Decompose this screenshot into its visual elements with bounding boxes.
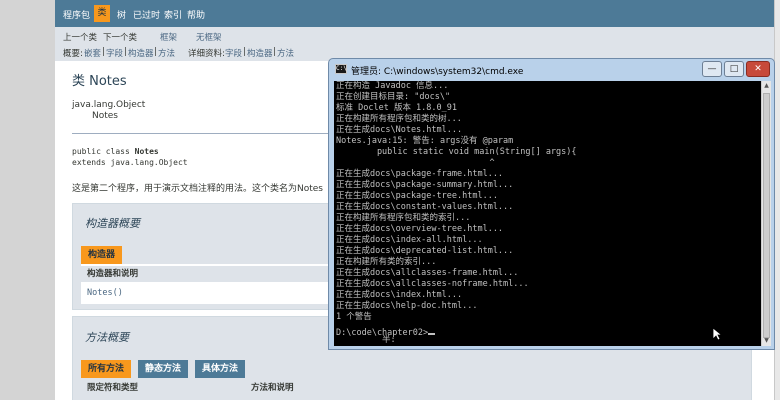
detail-constructor-link[interactable]: 构造器 xyxy=(247,47,273,59)
mouse-pointer-icon xyxy=(712,327,722,341)
class-description: 这是第二个程序，用于演示文档注释的用法。这个类名为Notes xyxy=(72,184,323,194)
nav-package[interactable]: 程序包 xyxy=(63,8,90,21)
desktop-left-edge xyxy=(0,0,55,400)
console-line: 正在构建所有程序包和类的树... xyxy=(336,114,462,124)
text-cursor xyxy=(428,333,436,335)
console-line: 1 个警告 xyxy=(336,312,372,322)
separator: | xyxy=(154,47,157,57)
console-line: Notes.java:15: 警告: args没有 @param xyxy=(336,136,514,146)
console-line: 正在生成docs\index-all.html... xyxy=(336,235,483,245)
console-line: 正在生成docs\allclasses-noframe.html... xyxy=(336,279,529,289)
console-line: 正在生成docs\package-tree.html... xyxy=(336,191,498,201)
detail-field-link[interactable]: 字段 xyxy=(225,47,242,59)
sub-nav-bar: 上一个类 下一个类 框架 无框架 概要: 嵌套 | 字段 | 构造器 | 方法 … xyxy=(55,27,780,61)
console-line: 标准 Doclet 版本 1.8.0_91 xyxy=(336,103,457,113)
detail-label: 详细资料: xyxy=(188,49,225,59)
summary-method-link[interactable]: 方法 xyxy=(158,47,175,59)
nav-deprecated[interactable]: 已过时 xyxy=(133,8,160,21)
console-line: 正在生成docs\deprecated-list.html... xyxy=(336,246,514,256)
inheritance-parent: java.lang.Object xyxy=(72,100,146,110)
console-line: 正在生成docs\package-summary.html... xyxy=(336,180,514,190)
cmd-scrollbar[interactable]: ▲ ▼ xyxy=(761,81,771,346)
ime-status: 半: xyxy=(382,335,396,345)
prev-class-link[interactable]: 上一个类 xyxy=(63,31,97,43)
inheritance-child: Notes xyxy=(92,111,118,121)
tab-concrete-methods[interactable]: 具体方法 xyxy=(195,360,246,378)
minimize-button[interactable]: — xyxy=(702,61,722,77)
cmd-console-output[interactable]: 正在构造 Javadoc 信息... 正在创建目标目录: "docs\" 标准 … xyxy=(334,81,761,346)
page-title: 类 Notes xyxy=(72,74,127,89)
summary-constructor-link[interactable]: 构造器 xyxy=(128,47,154,59)
method-column-header: 限定符和类型 方法和说明 xyxy=(81,380,743,396)
separator: | xyxy=(124,47,127,57)
console-line: public static void main(String[] args){ xyxy=(336,147,577,157)
cmd-window[interactable]: C:\ 管理员: C:\windows\system32\cmd.exe — □… xyxy=(328,58,775,350)
tab-all-methods[interactable]: 所有方法 xyxy=(81,360,132,378)
cmd-window-title: 管理员: C:\windows\system32\cmd.exe xyxy=(351,67,524,77)
console-line: 正在生成docs\help-doc.html... xyxy=(336,301,478,311)
no-frames-link[interactable]: 无框架 xyxy=(196,31,222,43)
signature-class-name: Notes xyxy=(134,147,159,156)
cmd-titlebar[interactable]: C:\ 管理员: C:\windows\system32\cmd.exe — □… xyxy=(329,59,774,81)
summary-label: 概要: xyxy=(63,49,83,59)
console-line: 正在生成docs\constant-values.html... xyxy=(336,202,514,212)
console-line: 正在创建目标目录: "docs\" xyxy=(336,92,451,102)
nav-index[interactable]: 索引 xyxy=(164,8,182,21)
top-nav-bar: 程序包 类 树 已过时 索引 帮助 xyxy=(55,0,780,27)
frames-link[interactable]: 框架 xyxy=(160,31,177,43)
scroll-up-arrow-icon[interactable]: ▲ xyxy=(762,81,771,91)
console-line: ^ xyxy=(336,158,495,168)
method-summary-title: 方法概要 xyxy=(85,331,129,344)
separator: | xyxy=(243,47,246,57)
maximize-button[interactable]: □ xyxy=(724,61,744,77)
class-extends: extends java.lang.Object xyxy=(72,158,188,167)
console-line: 正在生成docs\package-frame.html... xyxy=(336,169,504,179)
column-method-description: 方法和说明 xyxy=(251,383,294,393)
cmd-app-icon: C:\ xyxy=(335,64,347,74)
constructor-summary-title: 构造器概要 xyxy=(85,217,140,230)
detail-method-link[interactable]: 方法 xyxy=(277,47,294,59)
separator: | xyxy=(102,47,105,57)
separator: | xyxy=(273,47,276,57)
column-modifier-type: 限定符和类型 xyxy=(87,383,139,393)
nav-class-active[interactable]: 类 xyxy=(94,5,110,22)
scroll-down-arrow-icon[interactable]: ▼ xyxy=(762,336,771,346)
console-line: 正在构造 Javadoc 信息... xyxy=(336,81,449,91)
next-class-link[interactable]: 下一个类 xyxy=(103,31,137,43)
tab-constructor[interactable]: 构造器 xyxy=(81,246,123,264)
tab-static-methods[interactable]: 静态方法 xyxy=(138,360,189,378)
console-line: 正在生成docs\index.html... xyxy=(336,290,463,300)
console-line: 正在生成docs\overview-tree.html... xyxy=(336,224,504,234)
signature-prefix: public class xyxy=(72,147,135,156)
close-button[interactable]: ✕ xyxy=(746,61,770,77)
console-line: 正在构建所有程序包和类的索引... xyxy=(336,213,471,223)
summary-field-link[interactable]: 字段 xyxy=(106,47,123,59)
constructor-link[interactable]: Notes() xyxy=(87,288,123,298)
scroll-thumb[interactable] xyxy=(763,93,770,338)
console-line: 正在生成docs\allclasses-frame.html... xyxy=(336,268,519,278)
nav-tree[interactable]: 树 xyxy=(117,8,126,21)
summary-nested-link[interactable]: 嵌套 xyxy=(84,47,101,59)
nav-help[interactable]: 帮助 xyxy=(187,8,205,21)
console-line: 正在生成docs\Notes.html... xyxy=(336,125,463,135)
class-signature: public class Notes xyxy=(72,147,159,156)
console-line: 正在构建所有类的索引... xyxy=(336,257,437,267)
